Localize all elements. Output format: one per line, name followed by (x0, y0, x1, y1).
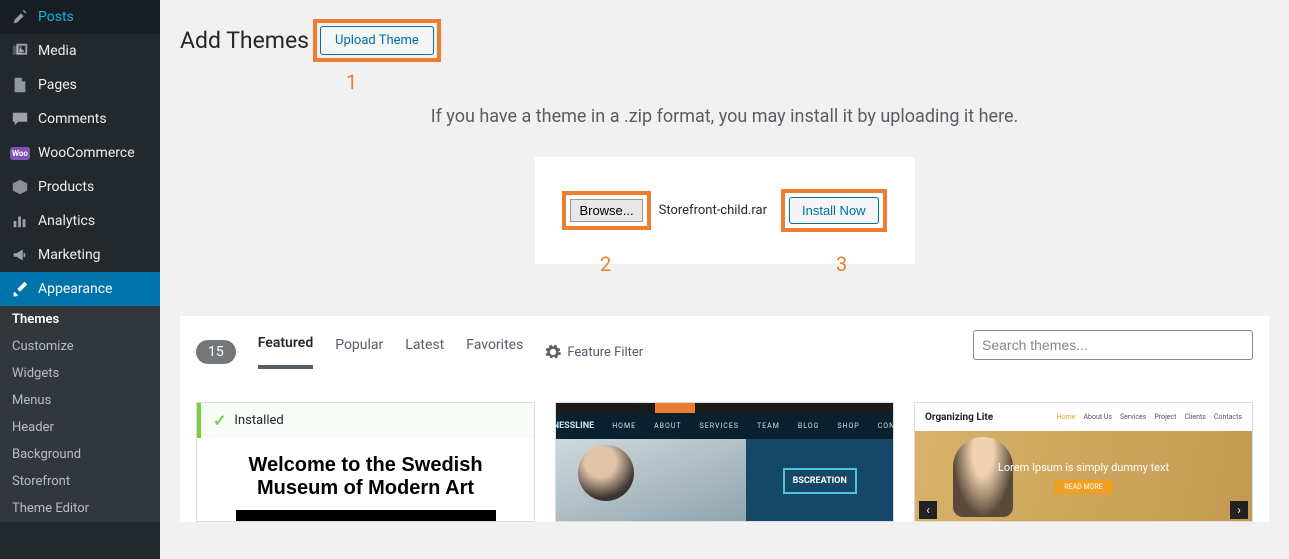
sidebar-label: Appearance (38, 281, 112, 297)
products-icon (10, 177, 30, 197)
submenu-item-menus[interactable]: Menus (0, 387, 160, 414)
theme-preview-topstrip (556, 403, 893, 413)
annotation-box-1: Upload Theme (313, 19, 441, 62)
theme-preview: Welcome to the Swedish Museum of Modern … (197, 438, 534, 522)
theme-installed-label: Installed (234, 413, 283, 428)
upload-theme-panel: Browse... Storefront-child.rar Install N… (535, 157, 915, 264)
analytics-icon (10, 211, 30, 231)
submenu-item-header[interactable]: Header (0, 414, 160, 441)
sidebar-item-products[interactable]: Products (0, 170, 160, 204)
sidebar-label: Products (38, 179, 94, 195)
annotation-number-3: 3 (836, 252, 847, 276)
sidebar-item-marketing[interactable]: Marketing (0, 238, 160, 272)
theme-preview-title: Organizing Lite (925, 412, 993, 423)
chevron-right-icon: › (1230, 501, 1248, 519)
sidebar-submenu-appearance: Themes Customize Widgets Menus Header Ba… (0, 306, 160, 522)
annotation-number-2: 2 (600, 252, 611, 276)
chevron-left-icon: ‹ (919, 501, 937, 519)
annotation-number-1: 1 (346, 70, 357, 94)
sidebar-item-woocommerce[interactable]: Woo WooCommerce (0, 136, 160, 170)
sidebar-label: Pages (38, 77, 77, 93)
annotation-box-3: Install Now (781, 189, 887, 232)
filter-popular[interactable]: Popular (335, 337, 383, 367)
sidebar-label: Marketing (38, 247, 101, 263)
theme-card[interactable]: BUSINESSLINE HOME ABOUT SERVICES TEAM BL… (555, 402, 894, 522)
theme-preview-cta: READ MORE (1054, 480, 1112, 494)
feature-filter-label: Feature Filter (567, 345, 643, 360)
brush-icon (10, 279, 30, 299)
admin-sidebar: Posts Media Pages Comments Woo WooCommer… (0, 0, 160, 559)
woocommerce-icon: Woo (10, 143, 30, 163)
gear-icon (545, 344, 561, 360)
page-icon (10, 75, 30, 95)
sidebar-item-appearance[interactable]: Appearance (0, 272, 160, 306)
theme-preview-nav: BUSINESSLINE HOME ABOUT SERVICES TEAM BL… (556, 413, 893, 439)
filter-latest[interactable]: Latest (405, 337, 444, 367)
upload-theme-button[interactable]: Upload Theme (320, 26, 434, 55)
theme-preview-hero: Lorem Ipsum is simply dummy text READ MO… (915, 431, 1252, 522)
sidebar-item-comments[interactable]: Comments (0, 102, 160, 136)
submenu-item-customize[interactable]: Customize (0, 333, 160, 360)
theme-preview-person (578, 445, 634, 501)
upload-instruction-text: If you have a theme in a .zip format, yo… (180, 106, 1269, 127)
filter-favorites[interactable]: Favorites (466, 337, 523, 367)
page-heading-row: Add Themes Upload Theme (180, 19, 1269, 62)
theme-headline: Welcome to the Swedish (248, 454, 482, 476)
comment-icon (10, 109, 30, 129)
pin-icon (10, 7, 30, 27)
theme-installed-badge: ✓ Installed (197, 403, 534, 438)
browse-file-button[interactable]: Browse... (570, 199, 642, 222)
submenu-item-background[interactable]: Background (0, 441, 160, 468)
theme-preview-badge: BSCREATION (783, 468, 857, 494)
submenu-item-theme-editor[interactable]: Theme Editor (0, 495, 160, 522)
theme-browser: 15 Featured Popular Latest Favorites Fea… (180, 316, 1269, 522)
selected-filename: Storefront-child.rar (659, 203, 767, 218)
theme-card[interactable]: ✓ Installed Welcome to the Swedish Museu… (196, 402, 535, 522)
theme-preview-body: BSCREATION (556, 439, 893, 522)
theme-headline: Museum of Modern Art (257, 477, 474, 499)
theme-preview-header: Organizing Lite Home About Us Services P… (915, 403, 1252, 431)
main-content: Add Themes Upload Theme 1 If you have a … (160, 0, 1289, 559)
install-now-button[interactable]: Install Now (789, 197, 879, 224)
sidebar-item-pages[interactable]: Pages (0, 68, 160, 102)
media-icon (10, 41, 30, 61)
theme-filter-bar: 15 Featured Popular Latest Favorites Fea… (196, 332, 1253, 372)
sidebar-label: Media (38, 43, 77, 59)
filter-featured[interactable]: Featured (258, 335, 313, 369)
submenu-item-themes[interactable]: Themes (0, 306, 160, 333)
theme-preview-caption: Lorem Ipsum is simply dummy text (998, 461, 1169, 474)
sidebar-item-analytics[interactable]: Analytics (0, 204, 160, 238)
sidebar-label: Posts (38, 9, 74, 25)
sidebar-label: Comments (38, 111, 107, 127)
megaphone-icon (10, 245, 30, 265)
theme-preview-logo: BUSINESSLINE (555, 421, 594, 431)
sidebar-label: Analytics (38, 213, 95, 229)
sidebar-item-posts[interactable]: Posts (0, 0, 160, 34)
search-themes-input[interactable] (973, 330, 1253, 360)
theme-preview-image-block (236, 510, 496, 522)
submenu-item-widgets[interactable]: Widgets (0, 360, 160, 387)
theme-grid: ✓ Installed Welcome to the Swedish Museu… (196, 402, 1253, 522)
theme-card[interactable]: Organizing Lite Home About Us Services P… (914, 402, 1253, 522)
page-title: Add Themes (180, 27, 309, 54)
theme-count-badge: 15 (196, 340, 236, 364)
sidebar-label: WooCommerce (38, 145, 135, 161)
submenu-item-storefront[interactable]: Storefront (0, 468, 160, 495)
annotation-box-2: Browse... (562, 191, 650, 230)
feature-filter-button[interactable]: Feature Filter (545, 344, 643, 360)
theme-preview-nav: Home About Us Services Project Clients C… (1057, 413, 1242, 421)
sidebar-item-media[interactable]: Media (0, 34, 160, 68)
check-icon: ✓ (213, 411, 226, 430)
